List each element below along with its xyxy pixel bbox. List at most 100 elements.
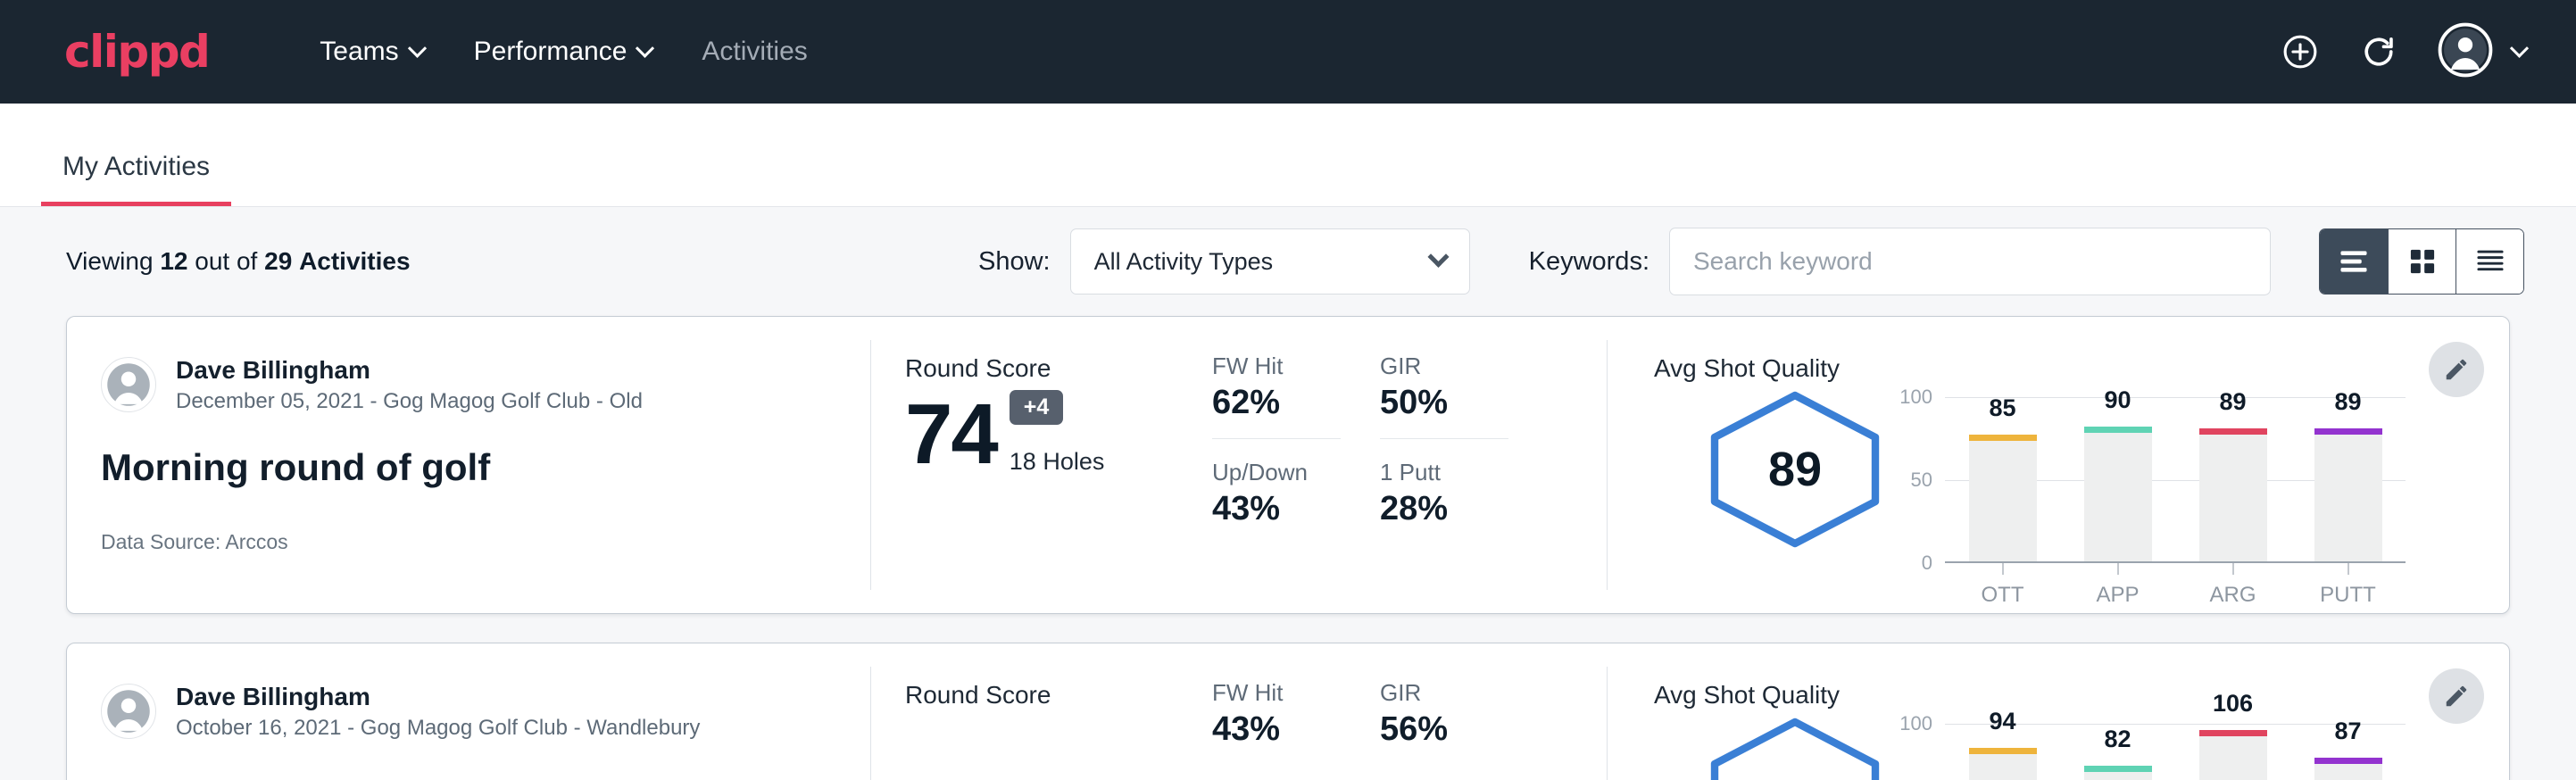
round-stats-block: FW Hit 62% Up/Down 43% GIR 50% 1 Putt 28…: [1196, 317, 1607, 613]
stat-label: Up/Down: [1212, 459, 1341, 486]
nav-item-performance[interactable]: Performance: [449, 37, 677, 67]
bar-value-label: 87: [2290, 718, 2406, 745]
nav-item-activities[interactable]: Activities: [677, 37, 832, 67]
activity-owner: Dave Billingham October 16, 2021 - Gog M…: [101, 681, 835, 741]
bar: [2199, 428, 2267, 561]
keywords-label: Keywords:: [1529, 247, 1649, 277]
stat-value: 50%: [1380, 384, 1508, 422]
main-nav-links: Teams Performance Activities: [295, 37, 832, 67]
stat-label: GIR: [1380, 679, 1508, 707]
bar: [2084, 766, 2152, 780]
viewing-total: 29: [264, 247, 292, 275]
search-keyword-box[interactable]: [1669, 228, 2271, 295]
divider: [1380, 438, 1508, 439]
divider: [1212, 438, 1341, 439]
activity-meta: October 16, 2021 - Gog Magog Golf Club -…: [176, 716, 700, 741]
stat-label: 1 Putt: [1380, 459, 1508, 486]
stat-value: 56%: [1380, 710, 1508, 749]
detail-view-icon: [2474, 247, 2506, 276]
stat-label: GIR: [1380, 353, 1508, 380]
avg-shot-quality-value: [1700, 715, 1890, 780]
search-input[interactable]: [1693, 247, 2247, 276]
grid-view-button[interactable]: [2388, 229, 2456, 294]
round-score-label: Round Score: [905, 354, 1196, 383]
stat-column-left: FW Hit 62% Up/Down 43%: [1212, 353, 1341, 613]
nav-item-performance-label: Performance: [474, 37, 627, 67]
bar: [1969, 748, 2037, 780]
score-to-par-badge: +4: [1010, 390, 1064, 425]
stat-column-right: GIR 50% 1 Putt 28%: [1380, 353, 1508, 613]
activity-type-select[interactable]: All Activity Types: [1070, 228, 1470, 295]
activity-data-source: Data Source: Arccos: [101, 530, 835, 554]
detail-view-button[interactable]: [2456, 229, 2523, 294]
bar: [2084, 427, 2152, 561]
bar-value-label: 85: [1945, 394, 2060, 422]
avg-shot-quality-label: Avg Shot Quality: [1654, 354, 2509, 383]
avg-shot-quality-hexagon: [1700, 715, 1890, 780]
nav-right-actions: [2281, 22, 2526, 82]
y-axis-tick: 0: [1922, 552, 1945, 575]
viewing-suffix: Activities: [299, 247, 411, 275]
refresh-icon[interactable]: [2359, 32, 2398, 71]
account-avatar-icon: [2438, 22, 2493, 82]
filter-controls: Show: All Activity Types Keywords:: [978, 228, 2524, 295]
top-navigation-bar: clippd Teams Performance Activities: [0, 0, 2576, 104]
tab-my-activities[interactable]: My Activities: [41, 152, 231, 206]
edit-activity-button[interactable]: [2429, 342, 2484, 397]
activity-meta: December 05, 2021 - Gog Magog Golf Club …: [176, 389, 643, 414]
clippd-logo[interactable]: clippd: [64, 29, 209, 74]
list-view-icon: [2338, 247, 2370, 276]
round-score-block: Round Score 74 +4 18 Holes: [871, 317, 1196, 613]
plus-circle-icon[interactable]: [2281, 32, 2320, 71]
avg-shot-quality-block: Avg Shot Quality 89 100 50 0: [1608, 317, 2509, 613]
chart-bar-slot: 89: [2290, 397, 2406, 561]
nav-item-teams-label: Teams: [320, 37, 398, 67]
avatar: [101, 684, 156, 739]
viewing-count-text: Viewing 12 out of 29 Activities: [66, 247, 411, 276]
y-axis-tick: 100: [1899, 712, 1945, 735]
y-axis-tick: 100: [1899, 386, 1945, 409]
owner-name: Dave Billingham: [176, 681, 700, 712]
pencil-icon: [2443, 356, 2470, 383]
bar: [2199, 730, 2267, 780]
tab-strip: My Activities: [0, 104, 2576, 207]
bar: [2314, 428, 2382, 561]
avg-shot-quality-value: 89: [1700, 388, 1890, 551]
round-score-value: 74: [905, 394, 997, 476]
shot-quality-bar-chart: 100 50 0 94 82: [1945, 715, 2406, 780]
nav-item-teams[interactable]: Teams: [295, 37, 448, 67]
stat-label: FW Hit: [1212, 353, 1341, 380]
round-score-block: Round Score: [871, 643, 1196, 780]
account-menu[interactable]: [2438, 22, 2526, 82]
chart-plot-area: 100 50 0 85 90: [1945, 397, 2406, 563]
shot-quality-bar-chart: 100 50 0 85 90: [1945, 388, 2406, 608]
chevron-down-icon: [636, 38, 654, 57]
activity-owner: Dave Billingham December 05, 2021 - Gog …: [101, 354, 835, 414]
bar-value-label: 89: [2175, 388, 2290, 416]
chevron-down-icon: [408, 38, 427, 57]
list-view-button[interactable]: [2320, 229, 2388, 294]
stat-value: 28%: [1380, 490, 1508, 528]
show-label: Show:: [978, 247, 1051, 277]
chart-bar-slot: 106: [2175, 724, 2290, 780]
stat-column-left: FW Hit 43%: [1212, 679, 1341, 780]
activity-type-select-value: All Activity Types: [1094, 248, 1274, 276]
chevron-down-icon: [2510, 38, 2529, 57]
filter-toolbar: Viewing 12 out of 29 Activities Show: Al…: [0, 207, 2576, 316]
stat-label: FW Hit: [1212, 679, 1341, 707]
x-axis-label: APP: [2096, 583, 2139, 608]
chart-plot-area: 100 50 0 94 82: [1945, 724, 2406, 780]
avg-shot-quality-label: Avg Shot Quality: [1654, 681, 2509, 709]
view-mode-toggle: [2319, 228, 2524, 295]
bar-value-label: 82: [2060, 726, 2175, 753]
chart-bar-slot: 90: [2060, 397, 2175, 561]
activity-card[interactable]: Dave Billingham December 05, 2021 - Gog …: [66, 316, 2510, 614]
x-axis-label: ARG: [2209, 583, 2256, 608]
bar: [2314, 758, 2382, 780]
avg-shot-quality-hexagon: 89: [1700, 388, 1890, 551]
chart-x-axis: OTT APP ARG PUTT: [1945, 563, 2406, 608]
chart-bar-slot: 94: [1945, 724, 2060, 780]
stat-value: 43%: [1212, 490, 1341, 528]
edit-activity-button[interactable]: [2429, 668, 2484, 724]
activity-card[interactable]: Dave Billingham October 16, 2021 - Gog M…: [66, 643, 2510, 780]
